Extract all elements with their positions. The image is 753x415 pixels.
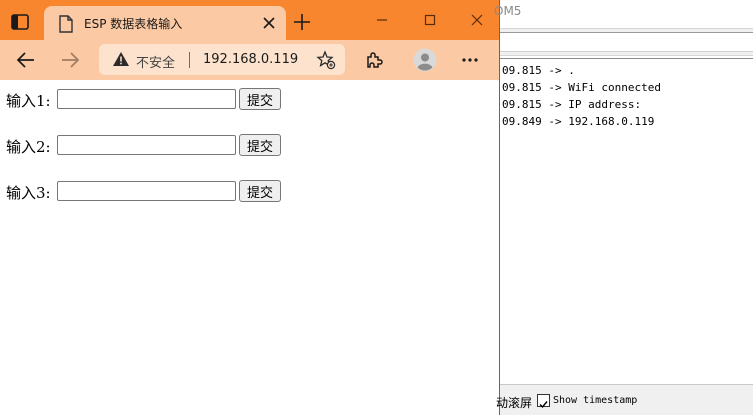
serial-monitor-window: OM5 09.815 -> . 09.815 -> WiFi connected… (494, 0, 753, 415)
back-arrow-icon[interactable] (15, 49, 37, 71)
browser-titlebar: ESP 数据表格输入 (0, 0, 499, 40)
serial-line: 09.815 -> WiFi connected (502, 81, 661, 94)
input-3-label: 输入3: (6, 184, 51, 202)
address-separator (189, 52, 190, 68)
window-close-icon[interactable] (469, 12, 485, 28)
address-bar[interactable]: 不安全 192.168.0.119 (99, 44, 345, 75)
autoscroll-label[interactable]: 动滚屏 (496, 394, 532, 411)
maximize-icon[interactable] (422, 12, 438, 28)
page-content: 输入1: 提交 输入2: 提交 输入3: 提交 (0, 80, 499, 415)
input-1-field[interactable] (57, 89, 236, 109)
submit-2-button[interactable]: 提交 (239, 134, 281, 156)
browser-window: ESP 数据表格输入 不安全 192.168.0.119 输入1: 提交 输入2… (0, 0, 499, 415)
input-2-field[interactable] (57, 135, 236, 155)
serial-line: 09.815 -> IP address: (502, 98, 642, 111)
submit-3-button[interactable]: 提交 (239, 180, 281, 202)
serial-send-area (500, 28, 753, 56)
screen: ESP 数据表格输入 不安全 192.168.0.119 输入1: 提交 输入2… (0, 0, 753, 415)
serial-line: 09.815 -> . (502, 64, 575, 77)
input-2-label: 输入2: (6, 138, 51, 156)
serial-monitor-title: OM5 (494, 4, 522, 18)
input-1-label: 输入1: (6, 92, 51, 110)
serial-line: 09.849 -> 192.168.0.119 (502, 115, 655, 128)
serial-monitor-titlebar: OM5 (494, 0, 753, 28)
serial-output-area[interactable]: 09.815 -> . 09.815 -> WiFi connected 09.… (500, 58, 753, 385)
minimize-icon[interactable] (374, 12, 390, 28)
extensions-icon[interactable] (363, 49, 385, 71)
favorites-star-icon[interactable] (316, 50, 336, 70)
new-tab-icon[interactable] (293, 13, 311, 31)
input-3-field[interactable] (57, 181, 236, 201)
url-text[interactable]: 192.168.0.119 (203, 52, 298, 67)
close-icon[interactable] (260, 14, 278, 32)
serial-send-input[interactable] (500, 32, 753, 52)
browser-tab[interactable]: ESP 数据表格输入 (44, 6, 286, 40)
more-options-icon[interactable] (459, 49, 481, 71)
page-icon (58, 15, 74, 33)
tab-actions-icon[interactable] (10, 12, 30, 32)
show-timestamp-checkbox[interactable] (537, 394, 550, 409)
profile-avatar-icon[interactable] (413, 48, 437, 72)
serial-footer: 动滚屏 Show timestamp (496, 384, 753, 415)
tab-title: ESP 数据表格输入 (84, 17, 183, 31)
checkmark-icon (539, 401, 548, 409)
security-status-label[interactable]: 不安全 (136, 52, 175, 71)
forward-arrow-icon[interactable] (59, 49, 81, 71)
warning-icon[interactable] (112, 51, 130, 67)
show-timestamp-label[interactable]: Show timestamp (553, 395, 637, 406)
browser-toolbar: 不安全 192.168.0.119 (0, 40, 499, 80)
submit-1-button[interactable]: 提交 (239, 88, 281, 110)
